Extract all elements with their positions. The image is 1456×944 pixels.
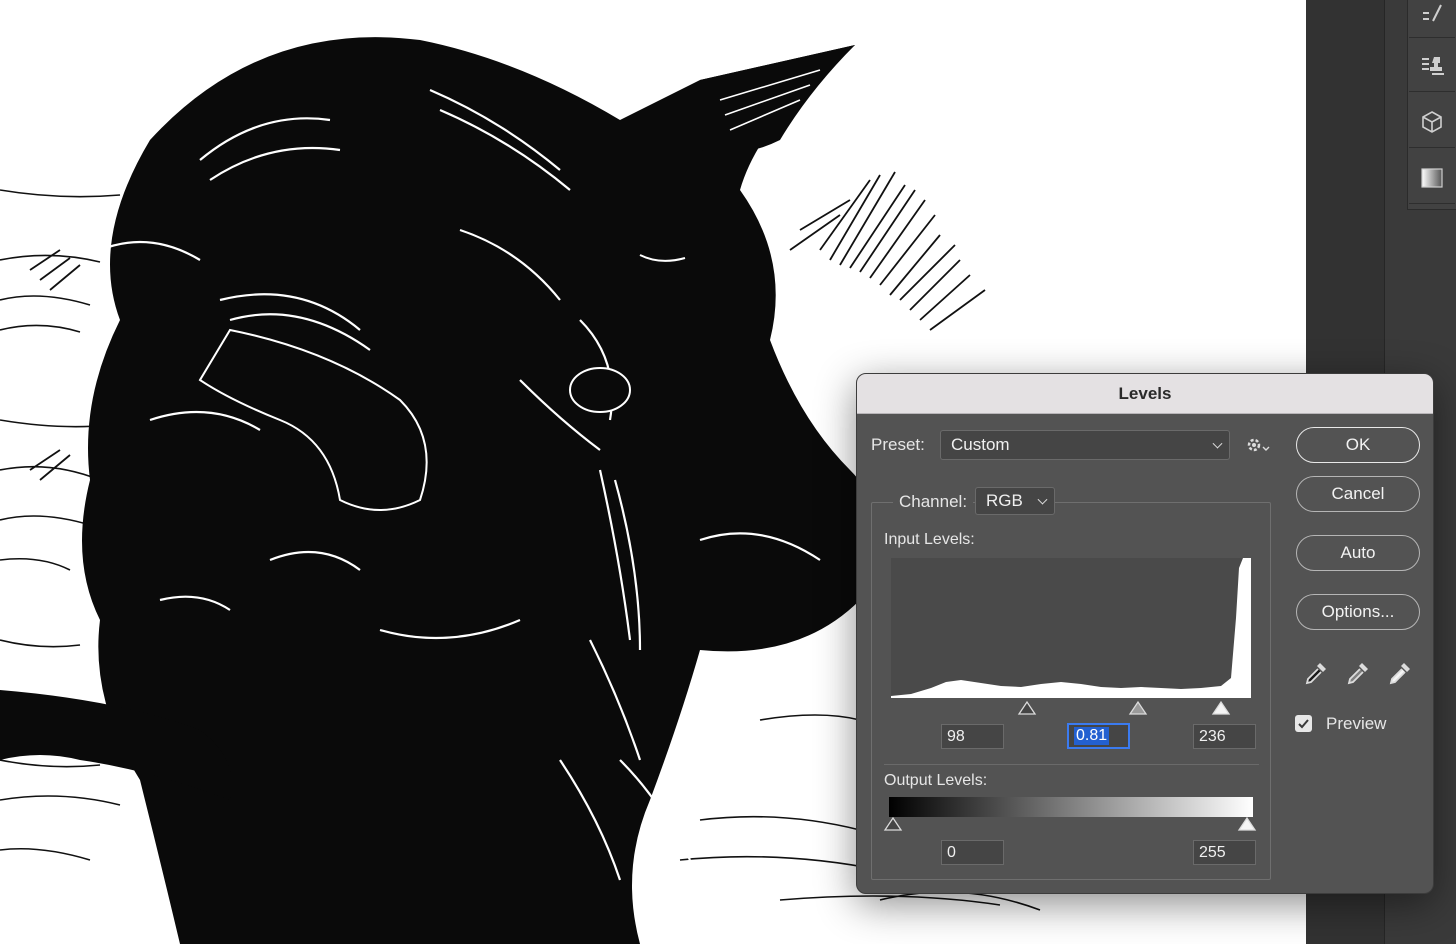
input-gamma-slider[interactable] [1128,700,1148,716]
input-white-slider[interactable] [1211,700,1231,716]
black-point-eyedropper-icon[interactable] [1302,659,1330,687]
auto-button[interactable]: Auto [1296,535,1420,571]
preview-checkbox[interactable] [1295,715,1312,732]
gear-icon[interactable] [1245,434,1271,456]
preview-label: Preview [1326,714,1387,733]
gray-point-eyedropper-icon[interactable] [1344,659,1372,687]
input-levels-label: Input Levels: [884,531,975,548]
output-black-field[interactable]: 0 [941,840,1004,865]
input-black-slider[interactable] [1017,700,1037,716]
brush-settings-icon[interactable] [1409,0,1455,38]
options-button[interactable]: Options... [1296,594,1420,630]
histogram [891,558,1251,698]
chevron-down-icon [1037,494,1048,505]
input-white-value: 236 [1199,727,1226,745]
channel-select[interactable]: RGB [975,487,1055,515]
ok-button[interactable]: OK [1296,427,1420,463]
input-black-value: 98 [947,727,965,745]
output-white-value: 255 [1199,843,1226,861]
input-white-field[interactable]: 236 [1193,724,1256,749]
levels-divider [884,764,1259,765]
input-gamma-field[interactable]: 0.81 [1067,723,1130,749]
input-gamma-value: 0.81 [1074,727,1110,745]
levels-dialog: Levels Preset: Custom Channel: RGB Input… [856,373,1434,894]
output-black-value: 0 [947,843,956,861]
dialog-title: Levels [1118,383,1172,403]
output-white-field[interactable]: 255 [1193,840,1256,865]
preset-label: Preset: [871,435,925,454]
input-black-field[interactable]: 98 [941,724,1004,749]
3d-icon[interactable] [1409,96,1455,148]
output-white-slider[interactable] [1237,816,1257,832]
output-gradient-bar [889,797,1253,817]
channel-label: Channel: [893,492,974,512]
preset-value: Custom [951,435,1010,454]
checkmark-icon [1298,719,1309,729]
dialog-title-bar[interactable]: Levels [857,374,1433,414]
white-point-eyedropper-icon[interactable] [1386,659,1414,687]
channel-value: RGB [986,491,1023,510]
output-levels-label: Output Levels: [884,772,988,789]
cancel-button[interactable]: Cancel [1296,476,1420,512]
clone-source-icon[interactable] [1409,40,1455,92]
preset-select[interactable]: Custom [940,430,1230,460]
chevron-down-icon [1212,438,1223,449]
output-black-slider[interactable] [883,816,903,832]
gradient-icon[interactable] [1409,152,1455,204]
